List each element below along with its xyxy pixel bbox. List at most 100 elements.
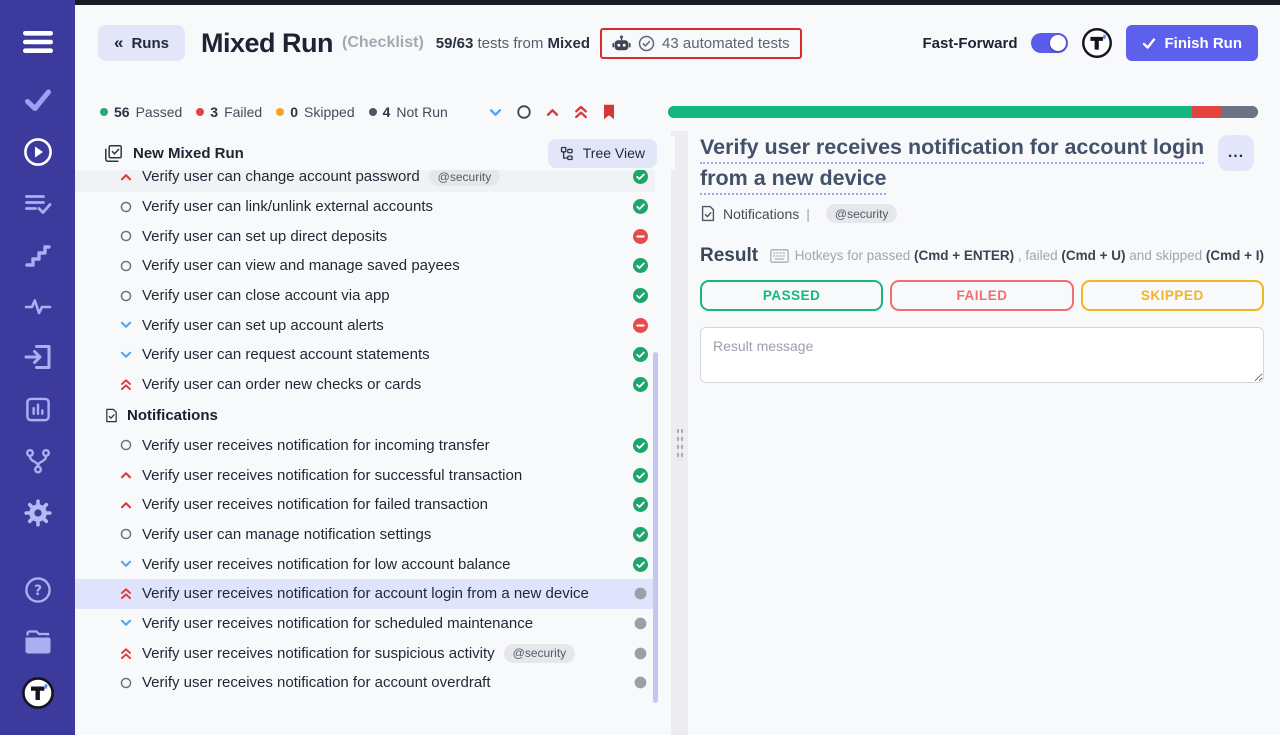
test-title: Verify user receives notification for su… [142,645,495,662]
circle-icon [118,229,133,243]
stats-bar: 56Passed 3Failed 0Skipped 4Not Run [75,96,1280,128]
fast-forward-label: Fast-Forward [922,35,1017,52]
status-passed-icon [633,377,648,392]
bookmark-icon[interactable] [602,104,616,120]
more-options-button[interactable]: ... [1218,135,1254,171]
test-title: Verify user can set up direct deposits [142,228,387,245]
hotkeys-text: Hotkeys for passed [795,248,914,263]
run-list-title: New Mixed Run [133,145,244,162]
failed-button[interactable]: FAILED [890,280,1073,311]
fast-forward-toggle[interactable] [1031,33,1068,53]
circle-icon [118,200,133,214]
chevron-down-icon [118,318,133,332]
settings-gear-icon[interactable] [24,499,52,527]
stat-failed: 3 Failed [196,104,262,120]
git-branch-icon[interactable] [24,447,52,475]
back-to-runs-button[interactable]: « Runs [98,25,185,61]
play-circle-icon[interactable] [23,137,53,167]
hotkeys-text: and skipped [1126,248,1206,263]
resizer-grip-icon [676,427,684,461]
double-chevron-up-icon [118,586,133,601]
hotkeys-text: , failed [1014,248,1061,263]
failed-count: 3 [210,104,218,120]
hotkey-skipped: (Cmd + I) [1206,248,1264,263]
circle-icon[interactable] [516,104,532,120]
steps-icon[interactable] [24,243,51,268]
passed-button[interactable]: PASSED [700,280,883,311]
folder-icon[interactable] [23,629,53,655]
chevron-down-icon [118,616,133,630]
chevron-down-icon[interactable] [488,105,503,120]
result-message-input[interactable] [700,327,1264,383]
priority-filter-icons [488,104,616,120]
run-progress-bar [668,106,1258,118]
sign-in-icon[interactable] [24,343,52,371]
test-title: Verify user receives notification for in… [142,437,490,454]
failed-label: Failed [224,104,262,120]
finish-run-button[interactable]: Finish Run [1126,25,1259,61]
back-to-runs-label: Runs [131,35,169,52]
skipped-count: 0 [290,104,298,120]
status-passed-icon [633,497,648,512]
test-row[interactable]: Verify user can view and manage saved pa… [75,251,655,281]
testomat-logo[interactable] [21,676,55,710]
test-row[interactable]: Verify user can order new checks or card… [75,370,655,400]
double-chevron-up-icon [118,377,133,392]
test-row[interactable]: Verify user receives notification for fa… [75,490,655,520]
test-row[interactable]: Verify user receives notification for ac… [75,668,655,698]
chevron-up-icon[interactable] [545,105,560,120]
tree-icon [560,146,575,161]
double-chevron-up-icon [118,646,133,661]
stat-not-run: 4Not Run [369,104,448,120]
test-title: Verify user receives notification for sc… [142,615,533,632]
panel-resizer[interactable] [671,131,688,735]
test-row[interactable]: Verify user can close account via app [75,281,655,311]
test-row[interactable]: Verify user can set up direct deposits [75,221,655,251]
check-icon[interactable] [24,88,51,112]
chevron-down-icon [118,557,133,571]
double-chevron-left-icon: « [114,33,123,53]
double-chevron-up-icon[interactable] [573,104,589,120]
test-row[interactable]: Verify user receives notification for su… [75,638,655,668]
status-passed-icon [633,258,648,273]
test-row[interactable]: Verify user can change account password@… [75,170,655,192]
breadcrumb[interactable]: Notifications [723,206,799,222]
status-passed-icon [633,347,648,362]
test-title: Verify user can close account via app [142,287,390,304]
hamburger-menu-icon[interactable] [23,30,53,54]
run-header: « Runs Mixed Run (Checklist) 59/63 tests… [75,5,1280,95]
tree-view-button[interactable]: Tree View [548,139,657,168]
check-icon [1142,37,1156,50]
test-row[interactable]: Verify user can request account statemen… [75,340,655,370]
hotkey-passed: (Cmd + ENTER) [914,248,1014,263]
test-row[interactable]: Verify user receives notification for lo… [75,549,655,579]
test-row[interactable]: Verify user receives notification for in… [75,431,655,461]
result-heading: Result [700,245,758,267]
test-row[interactable]: Verify user can set up account alerts [75,310,655,340]
test-row[interactable]: Verify user can manage notification sett… [75,520,655,550]
activity-pulse-icon[interactable] [24,294,52,318]
test-row[interactable]: Verify user receives notification for ac… [75,579,655,609]
skipped-button[interactable]: SKIPPED [1081,280,1264,311]
test-row[interactable]: Verify user receives notification for su… [75,460,655,490]
test-row[interactable]: Verify user receives notification for sc… [75,609,655,639]
passed-dot-icon [100,108,108,116]
list-scrollbar[interactable] [653,352,658,703]
section-header[interactable]: Notifications [75,400,655,431]
circle-icon [118,289,133,303]
bar-chart-icon[interactable] [24,396,51,423]
list-check-icon[interactable] [24,192,51,216]
test-row[interactable]: Verify user can link/unlink external acc… [75,192,655,222]
file-check-icon [700,205,716,222]
file-check-icon [104,407,119,424]
testomat-logo[interactable] [1081,27,1113,59]
chevron-up-icon [118,498,133,512]
status-passed-icon [633,288,648,303]
keyboard-icon [770,249,789,266]
help-circle-icon[interactable]: ? [24,576,52,604]
not-run-label: Not Run [396,104,447,120]
skipped-dot-icon [276,108,284,116]
stat-passed: 56Passed [100,104,182,120]
svg-text:?: ? [33,583,41,599]
tests-count: 59/63 tests from Mixed [436,35,590,52]
